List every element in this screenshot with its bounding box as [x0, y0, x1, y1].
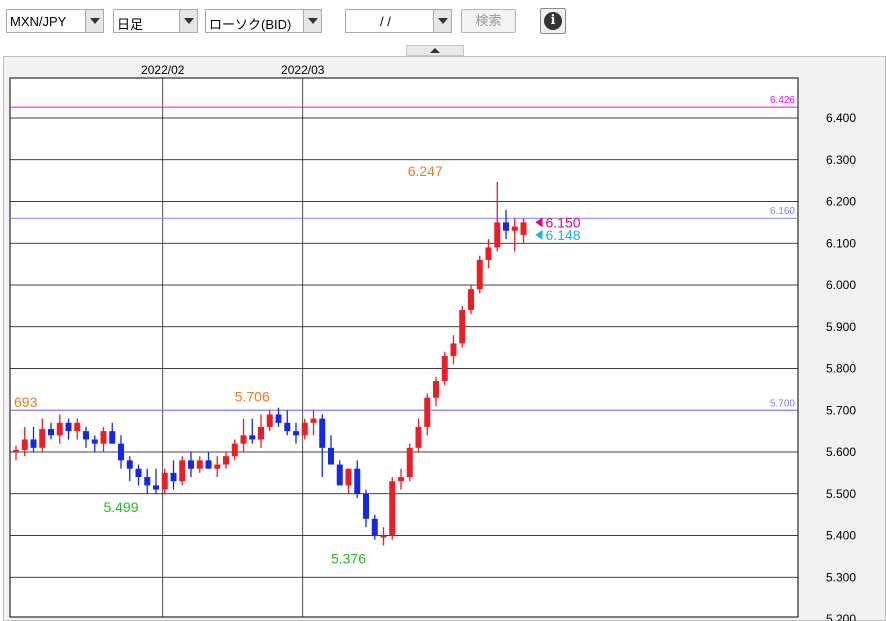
price-annotation: 6.247 [408, 163, 443, 179]
candle-body [74, 422, 81, 432]
candle-body [293, 431, 299, 436]
candle-body [249, 435, 256, 440]
candle-body [39, 429, 46, 448]
candle-body [354, 468, 361, 494]
y-tick-label: 5.600 [826, 445, 856, 459]
y-tick-label: 5.200 [826, 612, 856, 621]
candle-body [196, 460, 203, 469]
x-tick-label: 2022/02 [141, 63, 185, 77]
candle-body [389, 481, 396, 536]
x-tick-label: 2022/03 [281, 63, 325, 77]
candle-body [336, 464, 343, 486]
candle-body [398, 477, 404, 482]
candle-body [503, 222, 509, 231]
candle-body [170, 472, 177, 482]
candle-body [441, 355, 448, 382]
y-tick-label: 5.500 [826, 487, 856, 501]
candle-body [476, 259, 483, 290]
candle-body [214, 464, 221, 469]
y-tick-label: 5.300 [826, 570, 856, 584]
candle-body [485, 247, 492, 260]
candle-body [135, 468, 142, 478]
candle-body [83, 431, 89, 440]
candle-body [380, 535, 387, 538]
candle-body [56, 422, 63, 436]
reference-line-label: 5.700 [770, 398, 795, 409]
candle-body [65, 422, 72, 432]
price-marker-label: 6.148 [546, 227, 581, 243]
price-annotation: 693 [14, 394, 38, 410]
candle-body [223, 456, 229, 465]
candle-body [153, 485, 159, 490]
candle-body [450, 343, 457, 356]
candle-body [91, 439, 98, 444]
price-annotation: 5.706 [235, 389, 270, 405]
candle-body [433, 381, 439, 398]
y-tick-label: 6.000 [826, 278, 856, 292]
candle-body [310, 418, 317, 423]
y-tick-label: 6.400 [826, 111, 856, 125]
candle-body [406, 447, 413, 478]
candle-body [30, 439, 37, 448]
candle-body [275, 414, 282, 423]
candle-body [415, 426, 422, 448]
candle-body [319, 418, 326, 448]
candle-body [109, 431, 116, 444]
candle-body [144, 477, 151, 486]
candle-body [301, 422, 308, 436]
candle-body [161, 472, 168, 490]
candle-body [494, 222, 501, 248]
plot-area [9, 77, 799, 618]
candle-body [258, 426, 264, 440]
candle-body [48, 429, 54, 436]
candle-body [118, 443, 124, 461]
candle-body [205, 460, 212, 469]
y-tick-label: 5.800 [826, 362, 856, 376]
candle-body [468, 289, 474, 311]
y-tick-label: 5.700 [826, 403, 856, 417]
candle-body [511, 226, 518, 231]
candle-body [179, 460, 186, 482]
price-annotation: 5.499 [103, 499, 138, 515]
candle-body [424, 397, 431, 427]
y-tick-label: 5.900 [826, 320, 856, 334]
candle-body [126, 460, 133, 469]
reference-line-label: 6.160 [770, 206, 795, 217]
y-tick-label: 6.100 [826, 236, 856, 250]
candle-body [371, 518, 378, 536]
y-tick-label: 5.400 [826, 529, 856, 543]
candlestick-chart: 6.400 6.300 6.200 6.100 6.000 5.900 5.800 5.700… [9, 63, 856, 621]
candle-body [266, 414, 273, 427]
candle-body [13, 449, 19, 452]
candle-body [520, 222, 527, 235]
y-tick-label: 6.300 [826, 153, 856, 167]
reference-line-label: 6.426 [770, 95, 795, 106]
candle-body [328, 447, 334, 465]
candle-body [363, 493, 369, 519]
y-tick-label: 6.200 [826, 195, 856, 209]
price-annotation: 5.376 [331, 551, 366, 567]
candle-body [345, 468, 352, 486]
candle-body [188, 460, 194, 469]
candle-body [240, 435, 247, 444]
candle-body [459, 310, 466, 344]
candle-body [231, 443, 238, 457]
candle-body [21, 439, 28, 450]
candle-body [100, 431, 107, 444]
candle-body [284, 422, 291, 432]
